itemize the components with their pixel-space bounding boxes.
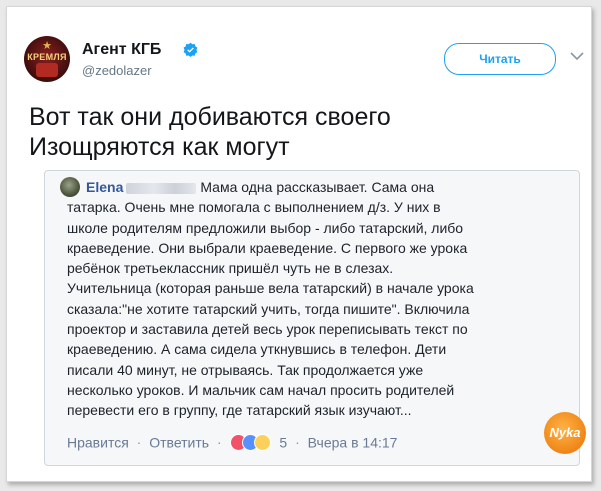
separator-dot: · [136,434,142,451]
tweet-line: Вот так они добиваются своего [29,103,391,131]
star-icon: ★ [42,40,52,52]
comment-text-line: Мама одна рассказывает. Сама она [200,179,435,195]
comment-text-line: школе родителям предложили выбор - либо … [67,219,464,236]
comment-body: Elena Мама одна рассказывает. Сама она та… [67,177,547,421]
reaction-count[interactable]: 5 [279,434,287,450]
comment-text-line: писали 40 минут, не отрываясь. Так продо… [67,361,424,378]
comment-text-line: краеведение. Они выбрали краеведение. С … [67,239,468,256]
follow-button[interactable]: Читать [444,43,556,75]
comment-text-line: сказала:"не хотите татарский учить, тогд… [67,300,470,317]
account-handle[interactable]: @zedolazer [82,63,152,78]
comment-text-line: ребёнок третьеклассник пришёл чуть не в … [67,260,394,277]
comment-text-line: краеведению. А сама сидела уткнувшись в … [67,341,447,358]
comment-text-line: несколько уроков. И мальчик сам начал пр… [67,381,455,398]
reactions-icon[interactable] [229,434,276,452]
separator-dot: · [295,434,300,451]
redacted-surname [126,182,197,194]
comment-author[interactable]: Elena [86,179,123,195]
like-link[interactable]: Нравится [67,434,129,450]
chevron-down-icon[interactable] [570,51,584,61]
avatar[interactable]: ★ КРЕМЛЯ [24,36,70,82]
tweet-card: ★ КРЕМЛЯ Агент КГБ @zedolazer Читать Вот… [6,6,592,482]
tweet-line: Изощряются как могут [29,133,290,161]
avatar-logo-text: КРЕМЛЯ [27,52,67,62]
comment-timestamp[interactable]: Вчера в 14:17 [308,434,398,450]
emblem-icon [36,63,58,77]
watermark-logo: Nyka [544,412,586,454]
comment-text-line: татарка. Очень мне помогала с выполнение… [67,199,441,216]
comment-text-line: перевести его в группу, где татарский яз… [67,402,412,419]
display-name[interactable]: Агент КГБ [82,41,161,59]
separator-dot: · [216,434,222,451]
comment-actions: Нравится · Ответить · 5 · Вчера в 14:17 [67,433,398,452]
verified-badge-icon [183,42,198,57]
wow-reaction-icon [253,434,271,452]
tweet-text: Вот так они добиваются своего Изощряются… [29,102,569,162]
comment-text-line: проектор и заставила детей весь урок пер… [67,321,468,338]
reply-link[interactable]: Ответить [149,434,209,450]
comment-text-line: Учительница (которая раньше вела татарск… [67,280,474,297]
embedded-comment-screenshot: Elena Мама одна рассказывает. Сама она та… [44,170,580,466]
